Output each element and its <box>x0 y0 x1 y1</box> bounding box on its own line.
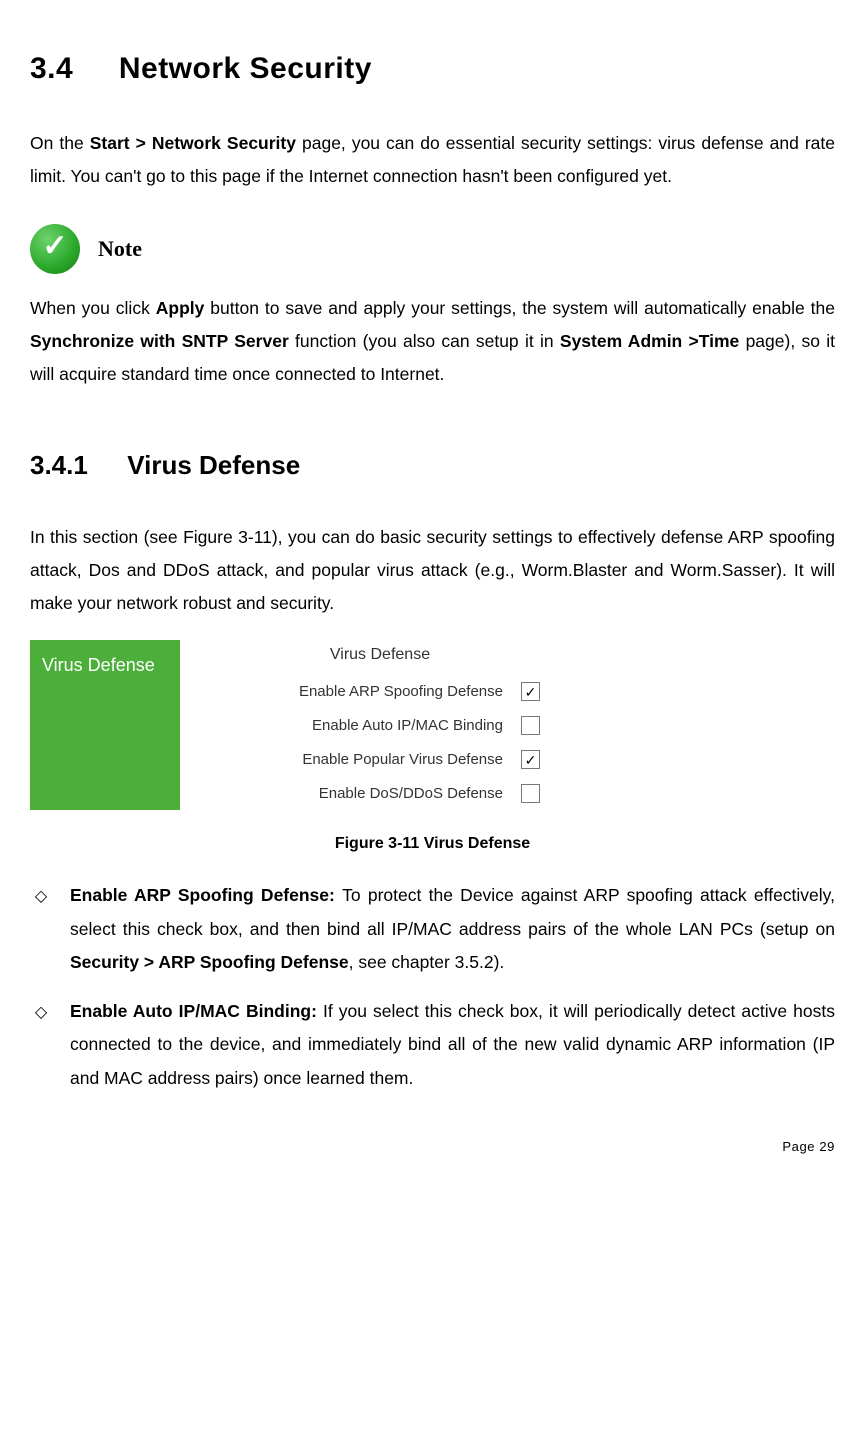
bullet-title: Enable ARP Spoofing Defense: <box>70 885 342 905</box>
figure-caption: Figure 3-11 Virus Defense <box>30 829 835 859</box>
subsection-number: 3.4.1 <box>30 441 120 490</box>
option-row-dos-ddos: Enable DoS/DDoS Defense <box>220 777 540 811</box>
diamond-icon: ◇ <box>30 879 52 979</box>
bullet-arp-spoofing: ◇ Enable ARP Spoofing Defense: To protec… <box>30 879 835 979</box>
checkbox-dos-ddos[interactable] <box>521 784 540 803</box>
option-label: Enable ARP Spoofing Defense <box>220 678 503 707</box>
sync-sntp-label: Synchronize with SNTP Server <box>30 331 289 351</box>
option-label: Enable DoS/DDoS Defense <box>220 780 503 809</box>
paragraph-intro: On the Start > Network Security page, yo… <box>30 127 835 194</box>
security-path: Security > ARP Spoofing Defense <box>70 952 349 972</box>
option-label: Enable Popular Virus Defense <box>220 746 503 775</box>
apply-label: Apply <box>156 298 205 318</box>
checkbox-arp-spoofing[interactable]: ✓ <box>521 682 540 701</box>
panel-title: Virus Defense <box>220 640 540 674</box>
checkmark-icon <box>30 224 80 274</box>
section-title: Network Security <box>119 52 372 85</box>
bullet-auto-binding: ◇ Enable Auto IP/MAC Binding: If you sel… <box>30 995 835 1095</box>
page-number: Page 29 <box>30 1135 835 1160</box>
option-row-arp-spoofing: Enable ARP Spoofing Defense ✓ <box>220 675 540 709</box>
nav-path: Start > Network Security <box>90 133 296 153</box>
option-label: Enable Auto IP/MAC Binding <box>220 712 503 741</box>
system-admin-time-label: System Admin >Time <box>560 331 739 351</box>
subsection-title: Virus Defense <box>127 450 300 480</box>
checkbox-popular-virus[interactable]: ✓ <box>521 750 540 769</box>
note-body: When you click Apply button to save and … <box>30 292 835 392</box>
figure-virus-defense: Virus Defense Virus Defense Enable ARP S… <box>30 640 835 810</box>
note-label: Note <box>98 228 142 270</box>
option-row-popular-virus: Enable Popular Virus Defense ✓ <box>220 743 540 777</box>
bullet-title: Enable Auto IP/MAC Binding: <box>70 1001 323 1021</box>
virus-defense-sidebar-chip: Virus Defense <box>30 640 180 810</box>
section-heading: 3.4 Network Security <box>30 40 835 97</box>
diamond-icon: ◇ <box>30 995 52 1095</box>
option-row-auto-binding: Enable Auto IP/MAC Binding <box>220 709 540 743</box>
virus-defense-panel: Virus Defense Enable ARP Spoofing Defens… <box>220 640 540 810</box>
subsection-heading: 3.4.1 Virus Defense <box>30 441 835 490</box>
checkbox-auto-binding[interactable] <box>521 716 540 735</box>
paragraph-virus-defense: In this section (see Figure 3-11), you c… <box>30 521 835 621</box>
section-number: 3.4 <box>30 40 110 97</box>
note-header: Note <box>30 224 835 274</box>
